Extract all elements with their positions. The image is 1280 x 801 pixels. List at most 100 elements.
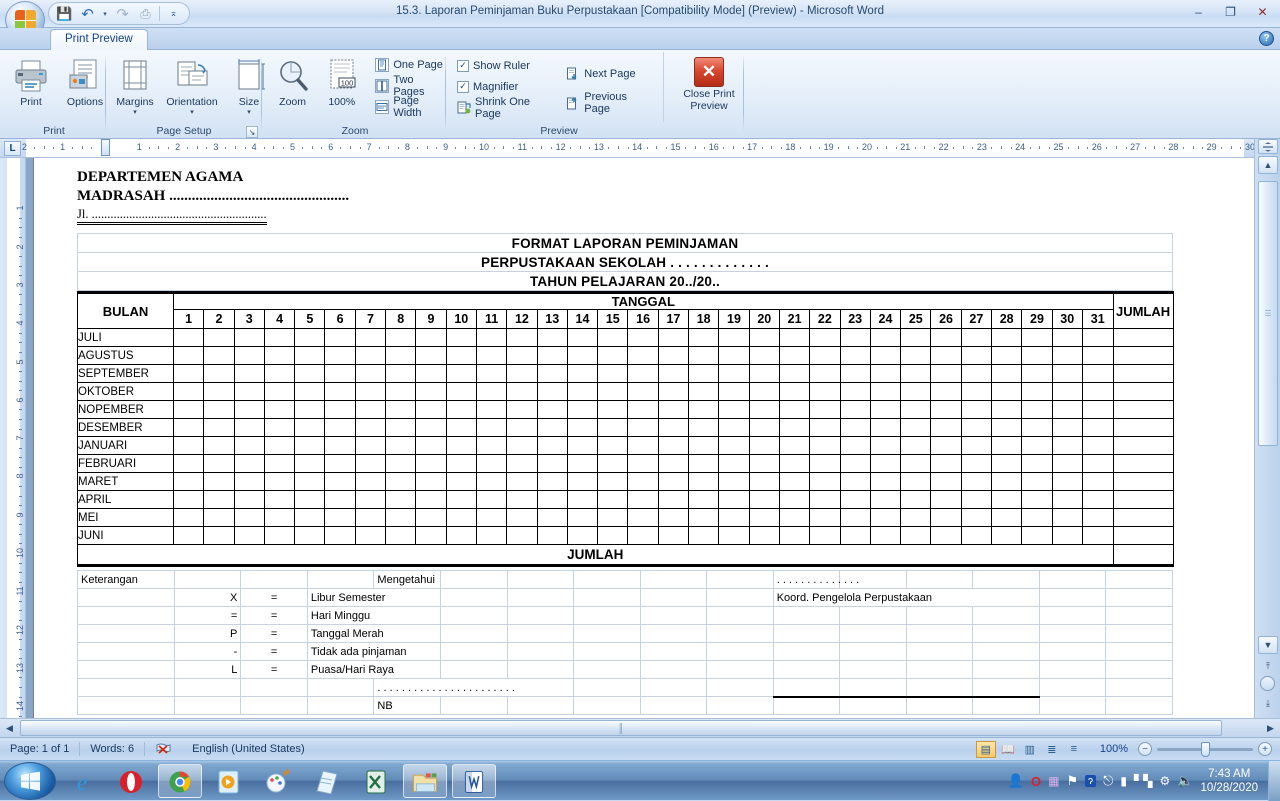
day-value-cell[interactable] — [718, 382, 750, 401]
day-value-cell[interactable] — [445, 436, 477, 455]
day-value-cell[interactable] — [869, 382, 902, 401]
day-value-cell[interactable] — [415, 454, 447, 473]
day-value-cell[interactable] — [475, 508, 508, 527]
day-value-cell[interactable] — [566, 418, 599, 437]
day-value-cell[interactable] — [1051, 490, 1083, 509]
day-value-cell[interactable] — [1021, 328, 1053, 347]
day-value-cell[interactable] — [1051, 508, 1083, 527]
day-value-cell[interactable] — [324, 418, 356, 437]
day-value-cell[interactable] — [778, 490, 811, 509]
day-value-cell[interactable] — [506, 418, 538, 437]
show-ruler-checkbox[interactable]: ✓ Show Ruler — [454, 55, 555, 76]
day-value-cell[interactable] — [536, 490, 568, 509]
day-value-cell[interactable] — [748, 364, 780, 383]
day-value-cell[interactable] — [415, 508, 447, 527]
day-value-cell[interactable] — [930, 454, 962, 473]
horizontal-scrollbar[interactable]: ◀ ║ ▶ — [0, 718, 1280, 737]
day-value-cell[interactable] — [627, 418, 659, 437]
day-value-cell[interactable] — [597, 526, 629, 545]
print-button[interactable]: Print — [4, 52, 58, 109]
day-value-cell[interactable] — [597, 436, 629, 455]
tray-bluetooth-icon[interactable]: ɂ — [1085, 775, 1097, 787]
close-button[interactable]: ✕ — [1247, 2, 1278, 22]
day-value-cell[interactable] — [385, 526, 417, 545]
day-value-cell[interactable] — [991, 346, 1023, 365]
page-width-button[interactable]: Page Width — [372, 95, 446, 119]
row-total-cell[interactable] — [1112, 472, 1174, 491]
vertical-ruler-track[interactable]: 1 2 3 4 5 6 7 8 9 10 11 12 13 14 — [7, 158, 25, 718]
day-value-cell[interactable] — [172, 382, 205, 401]
day-value-cell[interactable] — [778, 508, 811, 527]
day-value-cell[interactable] — [748, 382, 780, 401]
day-value-cell[interactable] — [688, 436, 720, 455]
day-value-cell[interactable] — [475, 400, 508, 419]
day-value-cell[interactable] — [991, 436, 1023, 455]
day-value-cell[interactable] — [415, 382, 447, 401]
day-value-cell[interactable] — [172, 472, 205, 491]
day-value-cell[interactable] — [930, 382, 962, 401]
day-value-cell[interactable] — [475, 328, 508, 347]
day-value-cell[interactable] — [869, 436, 902, 455]
day-value-cell[interactable] — [566, 490, 599, 509]
day-value-cell[interactable] — [809, 328, 841, 347]
day-value-cell[interactable] — [657, 454, 690, 473]
day-value-cell[interactable] — [506, 508, 538, 527]
day-value-cell[interactable] — [900, 508, 932, 527]
day-value-cell[interactable] — [233, 508, 265, 527]
day-value-cell[interactable] — [324, 472, 356, 491]
day-value-cell[interactable] — [597, 346, 629, 365]
day-value-cell[interactable] — [597, 400, 629, 419]
day-value-cell[interactable] — [960, 346, 993, 365]
row-total-cell[interactable] — [1112, 454, 1174, 473]
day-value-cell[interactable] — [203, 382, 235, 401]
day-value-cell[interactable] — [294, 346, 326, 365]
day-value-cell[interactable] — [415, 400, 447, 419]
day-value-cell[interactable] — [475, 526, 508, 545]
day-value-cell[interactable] — [445, 418, 477, 437]
options-button[interactable]: Options — [58, 52, 112, 109]
day-value-cell[interactable] — [930, 472, 962, 491]
day-value-cell[interactable] — [900, 328, 932, 347]
day-value-cell[interactable] — [627, 436, 659, 455]
day-value-cell[interactable] — [1081, 382, 1114, 401]
day-value-cell[interactable] — [203, 490, 235, 509]
day-value-cell[interactable] — [1081, 346, 1114, 365]
day-value-cell[interactable] — [748, 508, 780, 527]
day-value-cell[interactable] — [778, 418, 811, 437]
day-value-cell[interactable] — [233, 346, 265, 365]
table-row[interactable]: OKTOBER — [77, 382, 1174, 401]
day-value-cell[interactable] — [445, 382, 477, 401]
day-value-cell[interactable] — [839, 346, 871, 365]
day-value-cell[interactable] — [809, 526, 841, 545]
day-value-cell[interactable] — [506, 526, 538, 545]
day-value-cell[interactable] — [688, 472, 720, 491]
day-value-cell[interactable] — [991, 508, 1023, 527]
day-value-cell[interactable] — [718, 436, 750, 455]
day-value-cell[interactable] — [263, 508, 296, 527]
day-value-cell[interactable] — [718, 508, 750, 527]
table-row[interactable]: JANUARI — [77, 436, 1174, 455]
row-total-cell[interactable] — [1112, 436, 1174, 455]
day-value-cell[interactable] — [233, 382, 265, 401]
checkbox-icon[interactable]: ✓ — [457, 80, 469, 93]
day-value-cell[interactable] — [960, 490, 993, 509]
day-value-cell[interactable] — [566, 382, 599, 401]
day-value-cell[interactable] — [900, 436, 932, 455]
day-value-cell[interactable] — [839, 436, 871, 455]
one-page-button[interactable]: One Page — [372, 54, 446, 75]
two-pages-button[interactable]: Two Pages — [372, 74, 446, 98]
total-value-cell[interactable] — [1112, 544, 1174, 567]
day-value-cell[interactable] — [445, 508, 477, 527]
day-value-cell[interactable] — [627, 472, 659, 491]
day-value-cell[interactable] — [294, 490, 326, 509]
day-value-cell[interactable] — [203, 472, 235, 491]
day-value-cell[interactable] — [294, 382, 326, 401]
row-total-cell[interactable] — [1112, 490, 1174, 509]
day-value-cell[interactable] — [960, 472, 993, 491]
day-value-cell[interactable] — [930, 508, 962, 527]
day-value-cell[interactable] — [354, 328, 387, 347]
table-row[interactable]: NOPEMBER — [77, 400, 1174, 419]
day-value-cell[interactable] — [688, 364, 720, 383]
day-value-cell[interactable] — [809, 364, 841, 383]
table-row[interactable]: AGUSTUS — [77, 346, 1174, 365]
